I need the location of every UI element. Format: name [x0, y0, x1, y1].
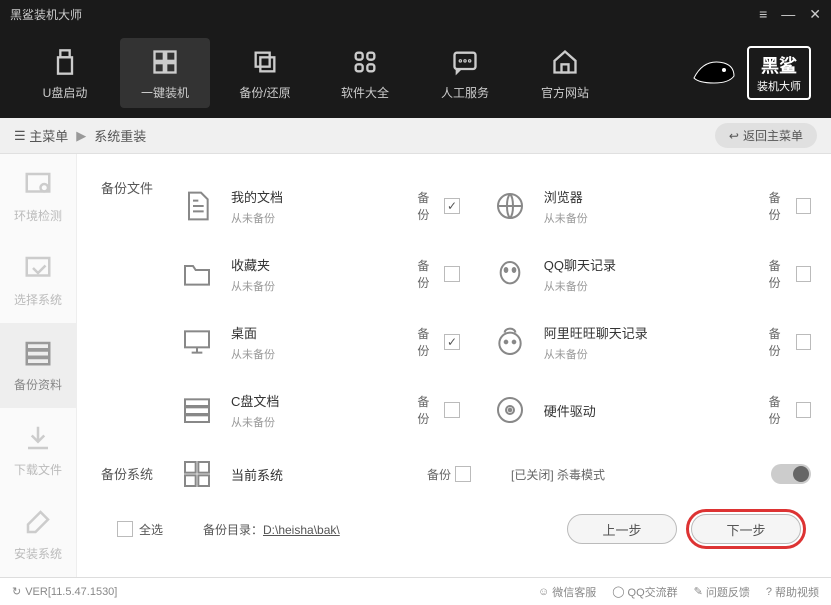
step-select-system[interactable]: 选择系统: [0, 239, 76, 324]
next-button[interactable]: 下一步: [691, 514, 801, 544]
server-icon: [177, 390, 217, 430]
step-env-check[interactable]: 环境检测: [0, 154, 76, 239]
footer-help[interactable]: ? 帮助视频: [766, 584, 819, 600]
nav-one-click-install[interactable]: 一键装机: [120, 38, 210, 108]
back-arrow-icon: ↩: [729, 129, 739, 143]
app-name: 黑鲨装机大师: [10, 6, 82, 23]
top-nav: U盘启动 一键装机 备份/还原 软件大全 人工服务 官方网站 黑鲨 装机大师: [0, 28, 831, 118]
browser-icon: [490, 186, 530, 226]
breadcrumb-root[interactable]: 主菜单: [29, 126, 68, 145]
document-icon: [177, 186, 217, 226]
backup-checkbox-system[interactable]: 备份: [427, 466, 471, 483]
shark-icon: [689, 48, 739, 98]
nav-support[interactable]: 人工服务: [420, 38, 510, 108]
refresh-icon[interactable]: ↻: [12, 585, 21, 598]
home-icon: [549, 46, 581, 78]
prev-button[interactable]: 上一步: [567, 514, 677, 544]
section-backup-system: 备份系统: [101, 464, 153, 483]
backup-dir: 备份目录：D:\heisha\bak\: [203, 521, 340, 538]
brand-logo: 黑鲨 装机大师: [689, 46, 811, 100]
backup-dir-link[interactable]: D:\heisha\bak\: [263, 523, 340, 537]
select-all-checkbox[interactable]: 全选: [117, 521, 163, 538]
footer: ↻ VER[11.5.47.1530] ☺ 微信客服 ◯ QQ交流群 ✎ 问题反…: [0, 577, 831, 605]
main-area: 环境检测 选择系统 备份资料 下载文件 安装系统 备份文件 我的文档从未备份: [0, 154, 831, 577]
menu-icon[interactable]: ≡: [759, 6, 767, 23]
step-install-system[interactable]: 安装系统: [0, 492, 76, 577]
backup-checkbox-cdisk[interactable]: 备份: [417, 393, 459, 427]
list-icon: ☰: [14, 128, 26, 144]
nav-website[interactable]: 官方网站: [520, 38, 610, 108]
backup-checkbox-favs[interactable]: 备份: [417, 257, 459, 291]
disk-icon: [490, 390, 530, 430]
footer-qq-group[interactable]: ◯ QQ交流群: [612, 584, 677, 600]
content-panel: 备份文件 我的文档从未备份 备份✓ 浏览器从未备份 备份 收藏夹从未备: [77, 154, 831, 577]
copy-icon: [249, 46, 281, 78]
aliww-icon: [490, 322, 530, 362]
backup-checkbox-hardware[interactable]: 备份: [769, 393, 811, 427]
backup-checkbox-desktop[interactable]: 备份✓: [417, 325, 459, 359]
backup-checkbox-aliww[interactable]: 备份: [769, 325, 811, 359]
usb-icon: [49, 46, 81, 78]
backup-items-grid: 我的文档从未备份 备份✓ 浏览器从未备份 备份 收藏夹从未备份 备份 QQ聊: [177, 172, 811, 444]
footer-wechat[interactable]: ☺ 微信客服: [538, 584, 596, 600]
bottom-row: 全选 备份目录：D:\heisha\bak\ 上一步 下一步: [97, 514, 811, 544]
footer-feedback[interactable]: ✎ 问题反馈: [694, 584, 750, 600]
minimize-icon[interactable]: —: [781, 6, 795, 23]
windows-sys-icon: [177, 454, 217, 494]
back-to-main-button[interactable]: ↩ 返回主菜单: [715, 123, 817, 148]
breadcrumb: ☰ 主菜单 ▶ 系统重装 ↩ 返回主菜单: [0, 118, 831, 154]
window-controls: ≡ — ✕: [759, 6, 821, 23]
windows-icon: [149, 46, 181, 78]
virus-mode-toggle[interactable]: [771, 464, 811, 484]
step-download-files[interactable]: 下载文件: [0, 408, 76, 493]
section-backup-files: 备份文件: [101, 178, 153, 197]
apps-icon: [349, 46, 381, 78]
close-icon[interactable]: ✕: [809, 6, 821, 23]
qq-icon: [490, 254, 530, 294]
chat-icon: [449, 46, 481, 78]
backup-checkbox-browsers[interactable]: 备份: [769, 189, 811, 223]
chevron-right-icon: ▶: [76, 128, 86, 144]
breadcrumb-current: 系统重装: [94, 126, 146, 145]
nav-software[interactable]: 软件大全: [320, 38, 410, 108]
titlebar: 黑鲨装机大师 ≡ — ✕: [0, 0, 831, 28]
monitor-icon: [177, 322, 217, 362]
backup-checkbox-docs[interactable]: 备份✓: [417, 189, 459, 223]
version-label: VER[11.5.47.1530]: [25, 586, 117, 598]
virus-mode-label: [已关闭] 杀毒模式: [511, 466, 605, 483]
nav-backup-restore[interactable]: 备份/还原: [220, 38, 310, 108]
folder-icon: [177, 254, 217, 294]
nav-usb-boot[interactable]: U盘启动: [20, 38, 110, 108]
step-sidebar: 环境检测 选择系统 备份资料 下载文件 安装系统: [0, 154, 77, 577]
step-backup-data[interactable]: 备份资料: [0, 323, 76, 408]
backup-checkbox-qq[interactable]: 备份: [769, 257, 811, 291]
